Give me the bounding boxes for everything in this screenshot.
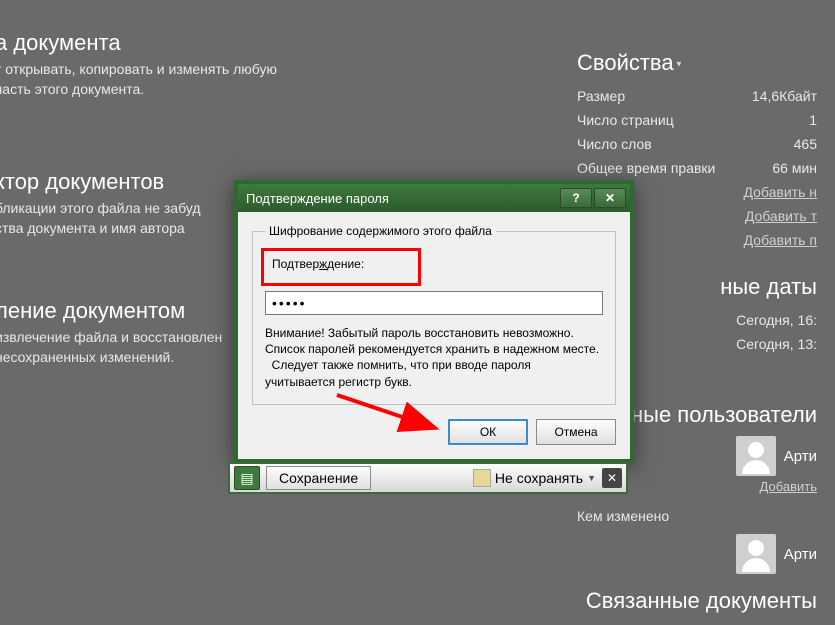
dock-close-button[interactable]: ✕ xyxy=(602,468,622,488)
user-row: Арти xyxy=(577,534,817,574)
password-confirm-input[interactable] xyxy=(265,291,603,315)
ok-button[interactable]: ОК xyxy=(448,419,528,445)
user-name: Арти xyxy=(784,448,817,465)
add-link[interactable]: Добавить т xyxy=(745,208,817,224)
help-button[interactable]: ? xyxy=(560,188,592,208)
date-value: Сегодня, 16: xyxy=(736,312,817,328)
prop-row: Число страниц 1 xyxy=(577,108,817,132)
cancel-button[interactable]: Отмена xyxy=(536,419,616,445)
prop-value: 14,6Кбайт xyxy=(752,88,817,104)
changed-by-label: Кем изменено xyxy=(577,508,669,524)
changed-by-row: Кем изменено xyxy=(577,504,817,528)
doc-section: а документа т открывать, копировать и из… xyxy=(0,30,315,99)
doc-section-title: а документа xyxy=(0,30,315,56)
user-name: Арти xyxy=(784,546,817,563)
confirm-label: Подтверждение: xyxy=(272,257,410,271)
dont-save-label: Не сохранять xyxy=(495,470,583,486)
encrypt-fieldset: Шифрование содержимого этого файла Подтв… xyxy=(252,224,616,405)
prop-row: Число слов 465 xyxy=(577,132,817,156)
avatar-icon xyxy=(736,436,776,476)
prop-label: Общее время правки xyxy=(577,160,715,176)
highlight-annotation: Подтверждение: xyxy=(261,248,421,286)
app-icon[interactable]: ▤ xyxy=(234,466,260,490)
add-link[interactable]: Добавить п xyxy=(744,232,817,248)
prop-label: Число слов xyxy=(577,136,652,152)
related-docs-header: Связанные документы xyxy=(577,588,817,614)
dont-save-dropdown[interactable]: Не сохранять ▼ xyxy=(473,469,596,487)
fieldset-legend: Шифрование содержимого этого файла xyxy=(265,224,496,238)
doc-section-text: т открывать, копировать и изменять любую… xyxy=(0,60,315,99)
chevron-down-icon: ▼ xyxy=(587,473,596,483)
dialog-titlebar[interactable]: Подтверждение пароля ? ✕ xyxy=(238,184,630,212)
dialog-title: Подтверждение пароля xyxy=(246,191,558,206)
date-value: Сегодня, 13: xyxy=(736,336,817,352)
prop-label: Размер xyxy=(577,88,625,104)
properties-header[interactable]: Свойства xyxy=(577,50,817,76)
prop-row: Размер 14,6Кбайт xyxy=(577,84,817,108)
warning-text: Внимание! Забытый пароль восстановить не… xyxy=(265,325,603,390)
add-author-link[interactable]: Добавить xyxy=(760,479,817,494)
dock-bar: ▤ Сохранение Не сохранять ▼ ✕ xyxy=(228,462,628,494)
avatar-icon xyxy=(736,534,776,574)
prop-label: Число страниц xyxy=(577,112,674,128)
save-button[interactable]: Сохранение xyxy=(266,466,371,490)
prop-value: 66 мин xyxy=(772,160,817,176)
prop-value: 465 xyxy=(794,136,817,152)
dialog-body: Шифрование содержимого этого файла Подтв… xyxy=(238,212,630,459)
prop-row: Общее время правки 66 мин xyxy=(577,156,817,180)
add-link[interactable]: Добавить н xyxy=(744,184,818,200)
prop-value: 1 xyxy=(809,112,817,128)
tool-icon xyxy=(473,469,491,487)
close-button[interactable]: ✕ xyxy=(594,188,626,208)
password-confirm-dialog: Подтверждение пароля ? ✕ Шифрование соде… xyxy=(234,180,634,463)
